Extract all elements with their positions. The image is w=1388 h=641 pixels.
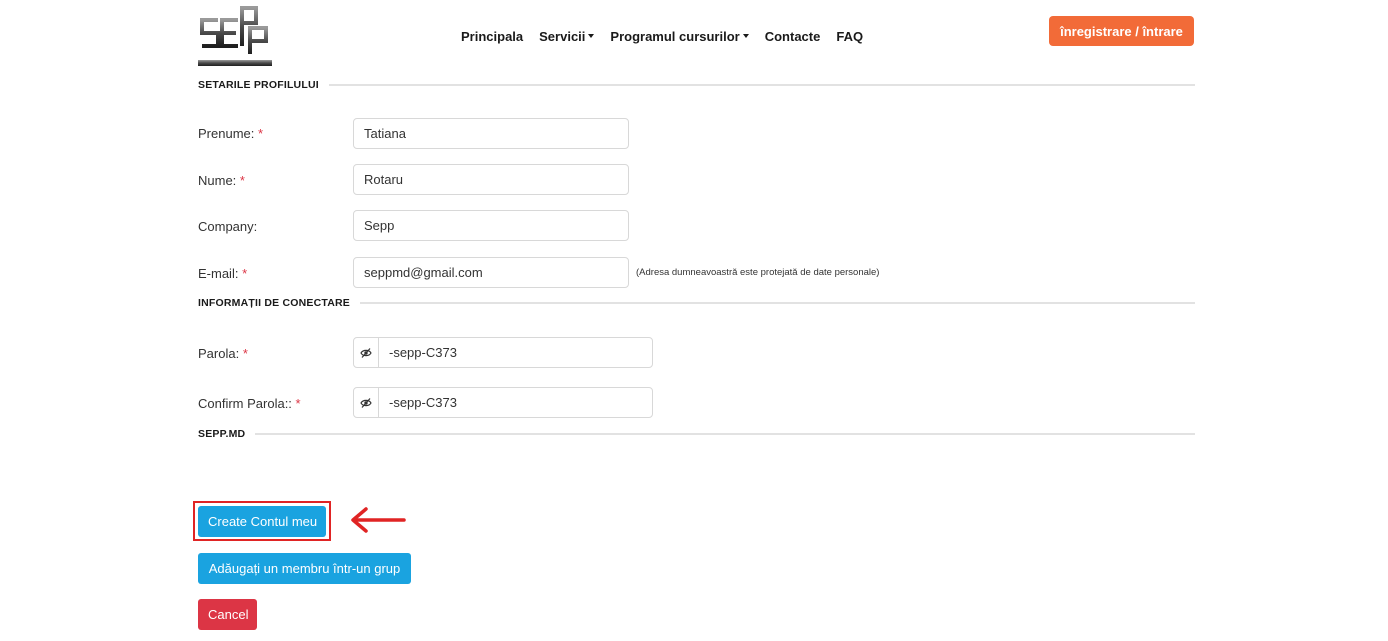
add-member-to-group-button[interactable]: Adăugați un membru într-un grup xyxy=(198,553,411,584)
arrow-left-icon xyxy=(351,507,406,533)
section-profile-header: SETARILE PROFILULUI xyxy=(198,78,1195,92)
eye-slash-icon[interactable] xyxy=(354,388,379,417)
required-marker: * xyxy=(242,346,248,361)
confirm-password-input[interactable] xyxy=(379,388,652,417)
nav-label: Principala xyxy=(461,28,524,44)
divider xyxy=(360,302,1195,304)
last-name-input[interactable] xyxy=(353,164,629,195)
nav-label: Programul cursurilor xyxy=(610,28,740,44)
section-title: SEPP.MD xyxy=(198,428,246,440)
required-marker: * xyxy=(239,173,245,188)
divider xyxy=(255,433,1195,435)
label-text: Company: xyxy=(198,219,258,234)
email-input[interactable] xyxy=(353,257,629,288)
caret-down-icon xyxy=(742,34,749,38)
label-text: Prenume: xyxy=(198,126,255,141)
nav-label: Servicii xyxy=(539,28,586,44)
confirm-password-field-group xyxy=(353,387,653,418)
required-marker: * xyxy=(295,396,301,411)
company-input[interactable] xyxy=(353,210,629,241)
main-nav: Principala Servicii Programul cursurilor… xyxy=(461,27,863,45)
first-name-input[interactable] xyxy=(353,118,629,149)
email-label: E-mail: * xyxy=(198,266,247,281)
email-privacy-note: (Adresa dumneavoastră este protejată de … xyxy=(636,267,880,278)
password-input[interactable] xyxy=(379,338,652,367)
sepp-logo[interactable] xyxy=(198,6,272,68)
section-login-info-header: INFORMAȚII DE CONECTARE xyxy=(198,296,1195,310)
nav-item-principala[interactable]: Principala xyxy=(461,29,523,44)
password-label: Parola: * xyxy=(198,346,248,361)
confirm-password-label: Confirm Parola:: * xyxy=(198,396,301,411)
nav-label: FAQ xyxy=(836,28,864,44)
nav-label: Contacte xyxy=(764,28,821,44)
required-marker: * xyxy=(242,266,248,281)
label-text: Nume: xyxy=(198,173,237,188)
section-title: INFORMAȚII DE CONECTARE xyxy=(198,297,350,309)
eye-slash-icon[interactable] xyxy=(354,338,379,367)
register-login-button[interactable]: înregistrare / întrare xyxy=(1049,16,1194,46)
company-label: Company: xyxy=(198,219,257,234)
required-marker: * xyxy=(258,126,264,141)
section-site-header: SEPP.MD xyxy=(198,427,1195,441)
section-title: SETARILE PROFILULUI xyxy=(198,79,319,91)
last-name-label: Nume: * xyxy=(198,173,245,188)
nav-item-programul-cursurilor[interactable]: Programul cursurilor xyxy=(610,28,749,44)
nav-item-faq[interactable]: FAQ xyxy=(836,29,863,44)
label-text: Confirm Parola:: xyxy=(198,396,292,411)
label-text: Parola: xyxy=(198,346,240,361)
divider xyxy=(328,84,1195,86)
first-name-label: Prenume: * xyxy=(198,126,263,141)
caret-down-icon xyxy=(588,34,595,38)
nav-item-servicii[interactable]: Servicii xyxy=(539,28,595,44)
nav-item-contacte[interactable]: Contacte xyxy=(765,29,821,44)
password-field-group xyxy=(353,337,653,368)
cancel-button[interactable]: Cancel xyxy=(198,599,257,630)
label-text: E-mail: xyxy=(198,266,239,281)
create-account-button[interactable]: Create Contul meu xyxy=(198,506,326,537)
